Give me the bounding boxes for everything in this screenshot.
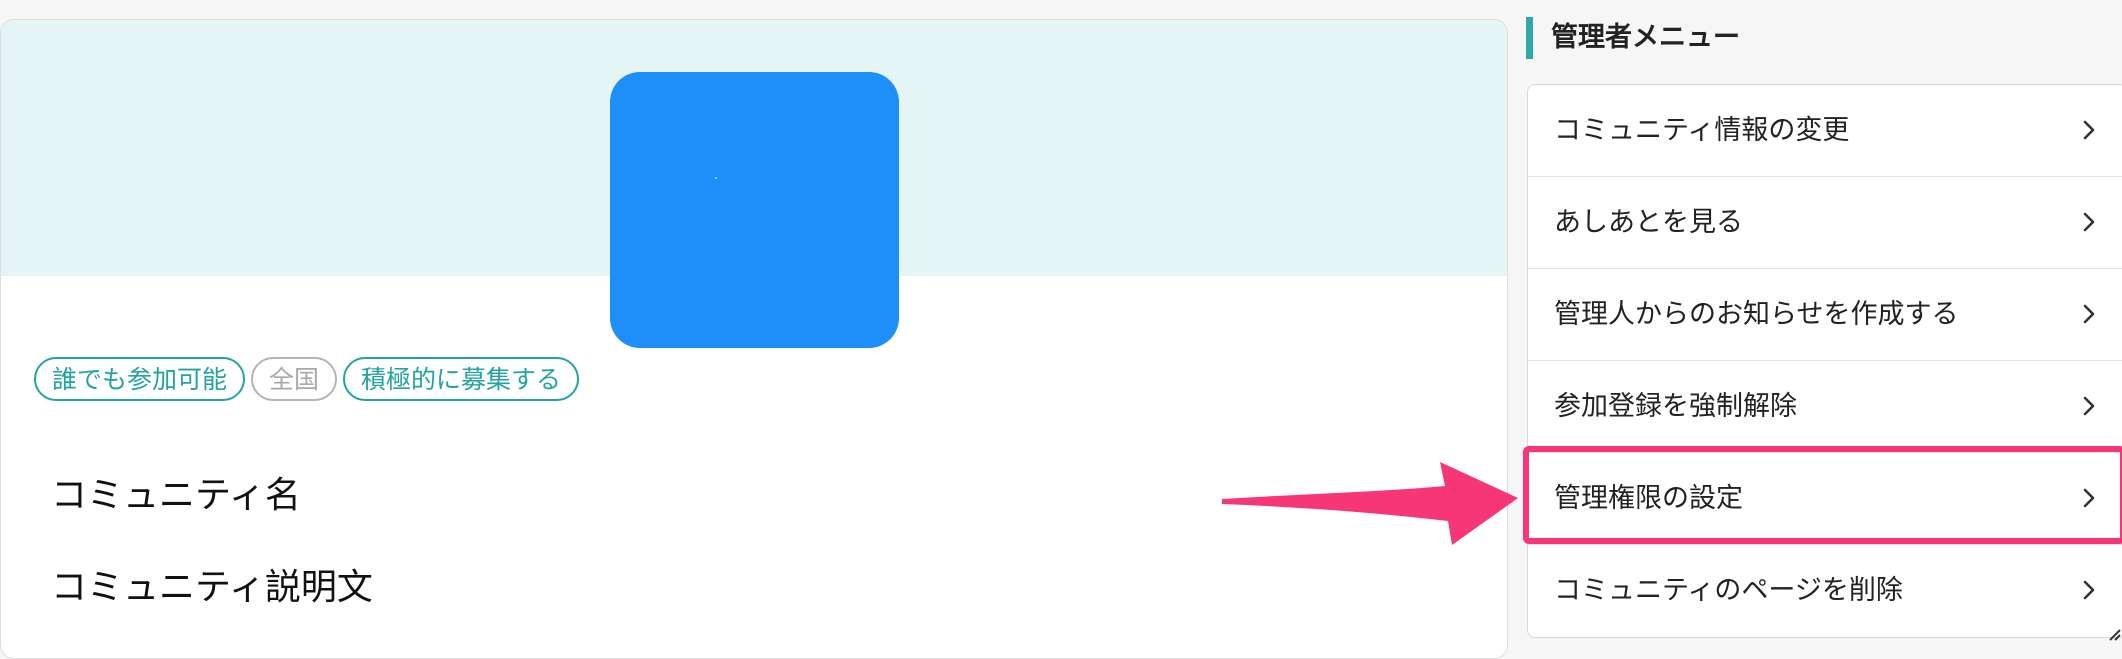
resize-corner-icon bbox=[2109, 629, 2121, 641]
menu-item-force-unsubscribe[interactable]: 参加登録を強制解除 bbox=[1528, 361, 2122, 453]
tag-recruiting[interactable]: 積極的に募集する bbox=[343, 357, 580, 401]
admin-menu-title: 管理者メニュー bbox=[1526, 17, 1740, 59]
menu-item-label: 管理人からのお知らせを作成する bbox=[1554, 299, 1959, 330]
admin-menu: コミュニティ情報の変更 あしあとを見る 管理人からのお知らせを作成する 参加登録… bbox=[1527, 84, 2122, 638]
chevron-right-icon bbox=[2083, 304, 2095, 324]
chevron-right-icon bbox=[2083, 212, 2095, 232]
menu-item-label: あしあとを見る bbox=[1554, 207, 1743, 238]
community-tags: 誰でも参加可能 全国 積極的に募集する bbox=[34, 357, 580, 401]
community-name: コミュニティ名 bbox=[51, 475, 301, 516]
menu-item-edit-community[interactable]: コミュニティ情報の変更 bbox=[1528, 85, 2122, 177]
menu-item-label: コミュニティ情報の変更 bbox=[1554, 115, 1850, 146]
menu-item-footprints[interactable]: あしあとを見る bbox=[1528, 177, 2122, 269]
community-description: コミュニティ説明文 bbox=[51, 567, 373, 608]
chevron-right-icon bbox=[2083, 396, 2095, 416]
chevron-right-icon bbox=[2083, 120, 2095, 140]
menu-item-label: 参加登録を強制解除 bbox=[1554, 391, 1797, 422]
menu-item-create-announcement[interactable]: 管理人からのお知らせを作成する bbox=[1528, 269, 2122, 361]
community-avatar bbox=[610, 72, 899, 348]
tag-open-to-anyone[interactable]: 誰でも参加可能 bbox=[34, 357, 246, 401]
community-card: 誰でも参加可能 全国 積極的に募集する コミュニティ名 コミュニティ説明文 bbox=[0, 19, 1508, 659]
chevron-right-icon bbox=[2083, 580, 2095, 600]
tag-region[interactable]: 全国 bbox=[251, 357, 338, 401]
menu-item-delete-page[interactable]: コミュニティのページを削除 bbox=[1528, 545, 2122, 637]
highlight-box bbox=[1523, 446, 2122, 544]
menu-item-label: コミュニティのページを削除 bbox=[1554, 575, 1903, 606]
avatar-dot bbox=[715, 177, 717, 179]
